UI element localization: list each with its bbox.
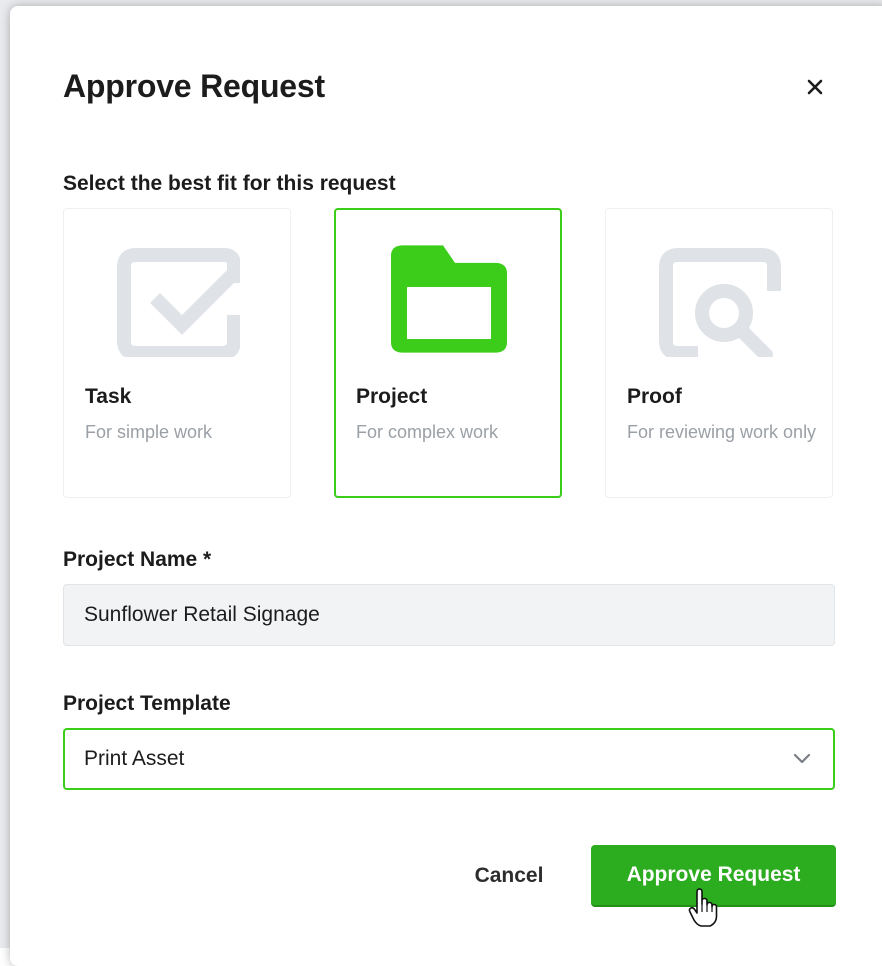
proof-magnifier-icon xyxy=(659,248,781,357)
project-name-label: Project Name * xyxy=(63,548,212,571)
option-card-task[interactable]: Task For simple work xyxy=(63,208,291,498)
dialog-title: Approve Request xyxy=(63,68,325,104)
option-title: Proof xyxy=(627,385,682,408)
option-description: For reviewing work only xyxy=(627,422,817,442)
project-template-value: Print Asset xyxy=(84,747,185,770)
hand-pointer-cursor-icon xyxy=(688,888,718,927)
chevron-down-icon xyxy=(793,753,811,764)
option-card-proof[interactable]: Proof For reviewing work only xyxy=(605,208,833,498)
option-description: For simple work xyxy=(85,422,213,442)
close-icon xyxy=(807,79,823,95)
type-selection-label: Select the best fit for this request xyxy=(63,172,396,195)
option-title: Task xyxy=(85,385,132,408)
cancel-button[interactable]: Cancel xyxy=(453,845,565,907)
checkbox-icon xyxy=(117,248,240,357)
close-button[interactable] xyxy=(801,73,829,101)
option-title: Project xyxy=(356,385,428,408)
folder-icon xyxy=(391,245,507,353)
option-card-project[interactable]: Project For complex work xyxy=(334,208,562,498)
project-template-label: Project Template xyxy=(63,692,231,715)
project-name-input[interactable] xyxy=(63,584,835,646)
option-description: For complex work xyxy=(356,422,499,442)
project-template-select[interactable]: Print Asset xyxy=(63,728,835,790)
